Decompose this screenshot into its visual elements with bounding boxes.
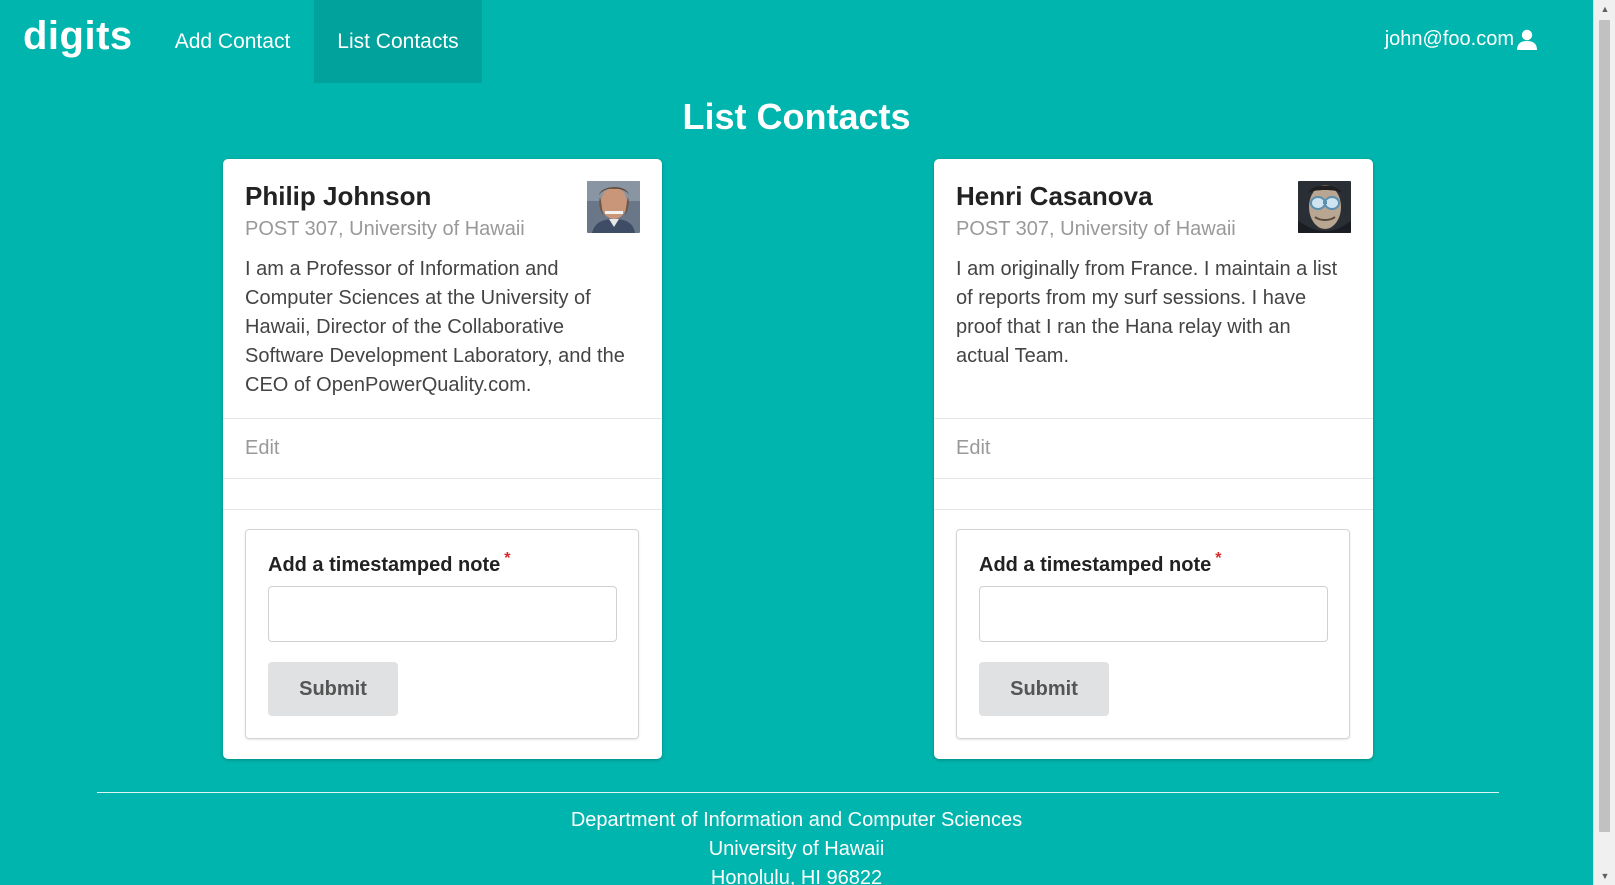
contact-card: Henri Casanova POST 307, University of H… (934, 159, 1373, 759)
contact-name: Philip Johnson (245, 181, 432, 211)
contact-card: Philip Johnson POST 307, University of H… (223, 159, 662, 759)
nav-add-contact[interactable]: Add Contact (150, 0, 315, 83)
note-label: Add a timestamped note * (268, 550, 511, 577)
required-mark: * (504, 550, 511, 567)
scroll-down-arrow-icon[interactable]: ▼ (1594, 867, 1615, 885)
required-mark: * (1215, 550, 1222, 567)
footer: Department of Information and Computer S… (0, 806, 1593, 885)
note-input[interactable] (979, 586, 1328, 642)
user-menu[interactable]: john@foo.com (1385, 28, 1538, 51)
contact-avatar (1298, 181, 1351, 233)
edit-link[interactable]: Edit (934, 418, 1373, 478)
add-note-form: Add a timestamped note * Submit (245, 529, 639, 739)
edit-link[interactable]: Edit (223, 418, 662, 478)
note-label-text: Add a timestamped note (268, 554, 501, 576)
vertical-scrollbar[interactable]: ▲ ▼ (1593, 0, 1615, 885)
note-input[interactable] (268, 586, 617, 642)
contact-avatar (587, 181, 640, 233)
page-title: List Contacts (682, 96, 911, 137)
notes-list (934, 478, 1373, 510)
scroll-up-arrow-icon[interactable]: ▲ (1594, 0, 1615, 18)
add-note-form: Add a timestamped note * Submit (956, 529, 1350, 739)
top-navbar: digits Add Contact List Contacts john@fo… (0, 0, 1593, 83)
note-label-text: Add a timestamped note (979, 554, 1212, 576)
page: digits Add Contact List Contacts john@fo… (0, 0, 1615, 885)
submit-button[interactable]: Submit (268, 662, 398, 716)
footer-divider (97, 792, 1499, 793)
nav-list-contacts[interactable]: List Contacts (314, 0, 482, 83)
notes-list (223, 478, 662, 510)
contact-address: POST 307, University of Hawaii (956, 218, 1236, 240)
scrollbar-thumb[interactable] (1599, 20, 1610, 832)
user-icon (1516, 29, 1538, 51)
user-email: john@foo.com (1384, 28, 1514, 50)
footer-line-address: Honolulu, HI 96822 (710, 867, 883, 885)
contact-description: I am originally from France. I maintain … (956, 258, 1338, 367)
contact-name: Henri Casanova (956, 181, 1153, 211)
note-label: Add a timestamped note * (979, 550, 1222, 577)
footer-line-department: Department of Information and Computer S… (570, 809, 1023, 831)
contact-address: POST 307, University of Hawaii (245, 218, 525, 240)
submit-button[interactable]: Submit (979, 662, 1109, 716)
brand-logo[interactable]: digits (23, 14, 133, 59)
contact-description: I am a Professor of Information and Comp… (245, 258, 625, 396)
footer-line-university: University of Hawaii (708, 838, 885, 860)
